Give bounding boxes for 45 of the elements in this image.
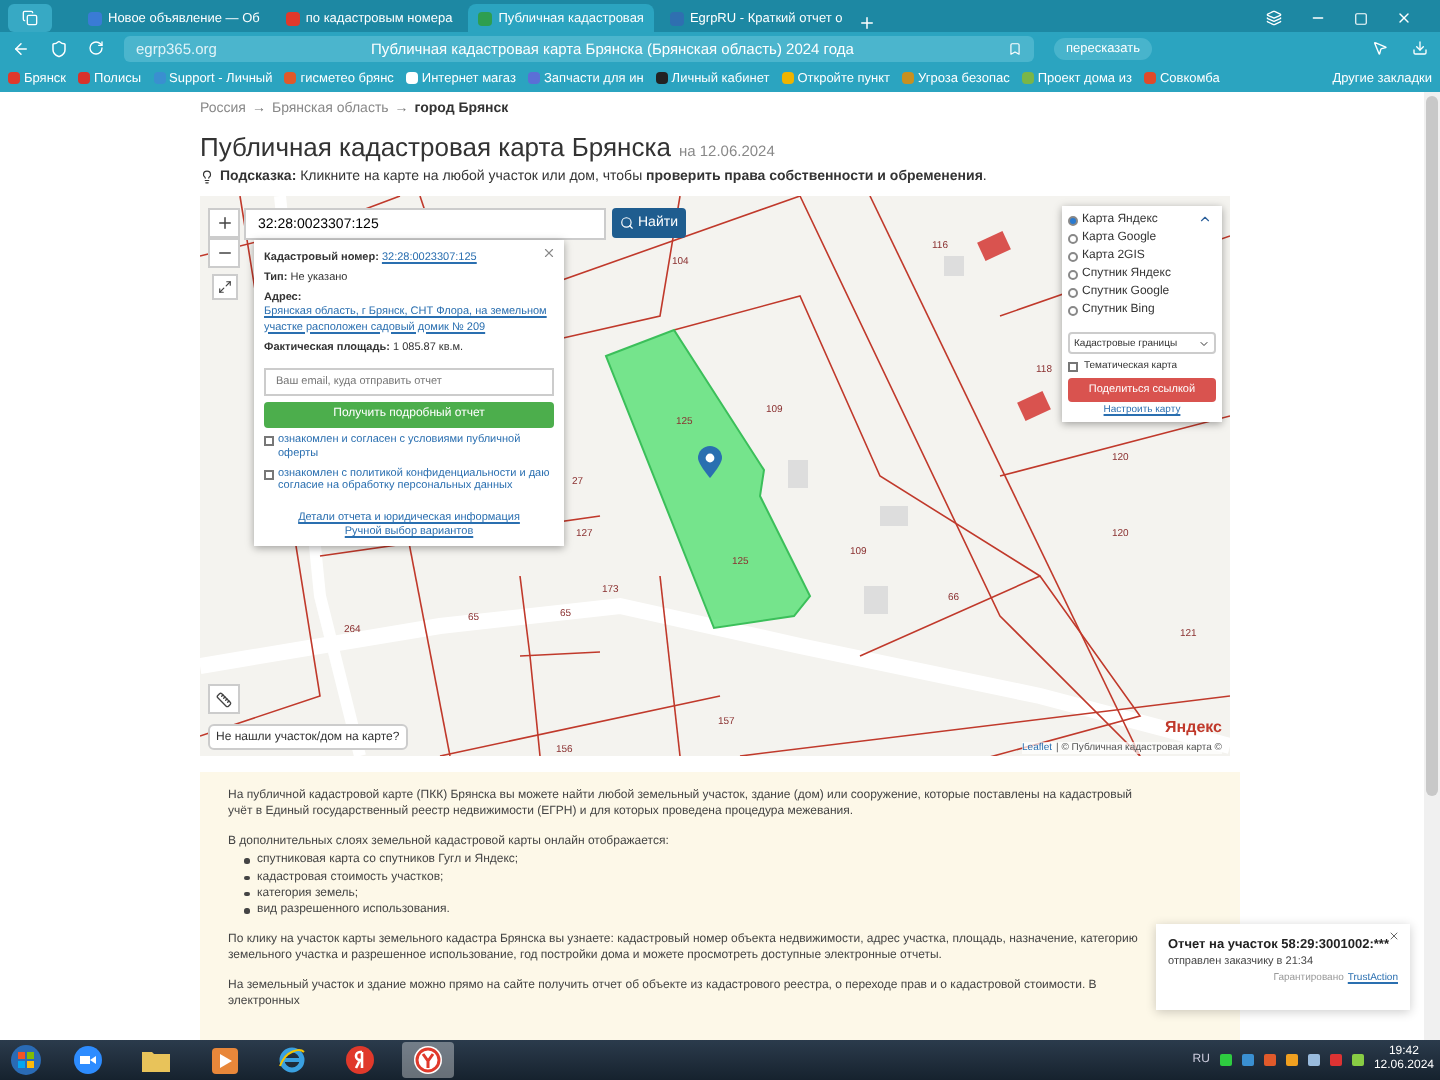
bullet-dot [244,891,249,897]
close-button[interactable] [1388,930,1400,942]
ruler-button[interactable] [208,684,240,714]
shield-icon[interactable] [50,39,68,57]
video-camera-icon [74,1046,102,1074]
page-title: Публичная кадастровая карта Брянска [200,132,671,162]
ruler-icon [216,691,232,707]
fullscreen-button[interactable] [212,274,238,300]
bullet-dot [244,908,249,914]
plus-icon [215,214,233,232]
map-provider-logo: Яндекс [1165,718,1222,736]
folder-icon [142,1048,170,1072]
browser-menu-button[interactable] [8,4,52,32]
expand-arrows-icon [218,280,232,294]
browser-y-icon [414,1046,442,1074]
copy-icon [22,10,38,26]
cursor-icon[interactable] [1372,40,1388,56]
bullet-dot [244,875,249,880]
checkbox[interactable] [1068,362,1078,372]
location-pin-icon [698,446,722,478]
close-icon [542,246,556,260]
maximize-icon[interactable] [1354,11,1368,25]
close-button[interactable] [542,246,556,260]
bullet-dot [244,858,249,864]
checkbox[interactable] [264,469,274,480]
browser-e-icon [278,1046,306,1074]
back-icon[interactable] [12,39,30,57]
chevron-down-icon [1198,337,1210,349]
checkbox[interactable] [264,435,274,446]
media-player-icon [211,1047,237,1073]
search-icon [620,216,634,230]
close-icon [1388,930,1400,942]
collapse-button[interactable] [1198,212,1212,226]
bookmark-icon [1008,41,1022,55]
letter-circle-icon [346,1046,374,1074]
zoom-out-button[interactable] [208,238,240,268]
close-icon[interactable] [1396,10,1412,26]
download-icon[interactable] [1412,40,1428,56]
reload-icon[interactable] [88,40,104,56]
lightbulb-icon [200,170,214,184]
new-tab-icon[interactable] [858,14,877,32]
windows-logo-icon [10,1044,42,1076]
taskbar-app[interactable] [6,1042,46,1078]
zoom-in-button[interactable] [208,208,240,238]
chevron-up-icon [1198,212,1212,226]
